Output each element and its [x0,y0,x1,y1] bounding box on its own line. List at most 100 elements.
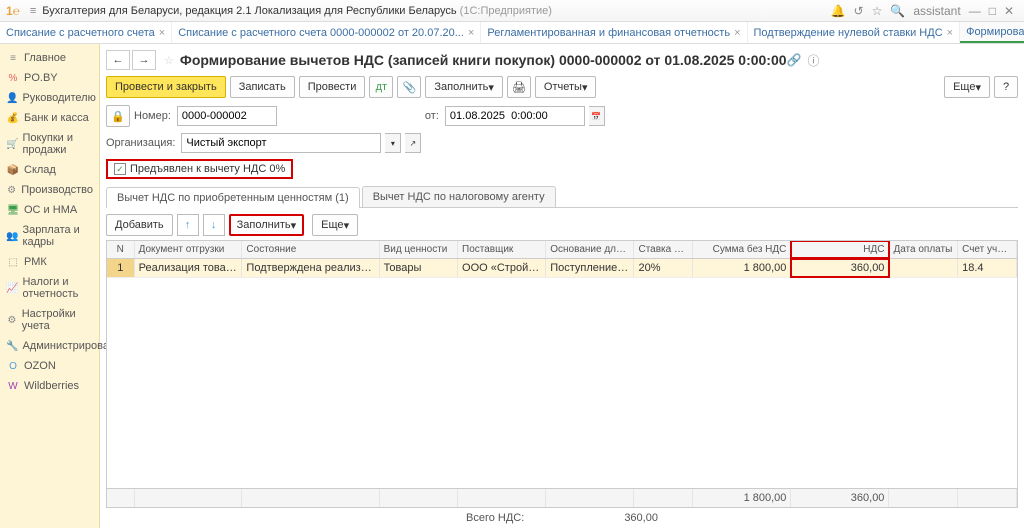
sidebar-item-1[interactable]: %PO.BY [0,68,99,88]
subtab-tax-agent[interactable]: Вычет НДС по налоговому агенту [362,186,556,207]
dropdown-icon[interactable]: ▾ [385,133,401,153]
sidebar-item-10[interactable]: 📈Налоги и отчетность [0,272,99,304]
title-bar: 1℮ ≡ Бухгалтерия для Беларуси, редакция … [0,0,1024,22]
checkbox-label: Предъявлен к вычету НДС 0% [130,163,285,175]
user-label[interactable]: assistant [913,4,960,18]
cell-type: Товары [380,259,458,277]
cell-doc: Реализация товаров и ... [135,259,243,277]
col-type[interactable]: Вид ценности [380,241,458,258]
sidebar-item-label: Настройки учета [22,308,93,332]
col-state[interactable]: Состояние [242,241,379,258]
date-input[interactable] [445,106,585,126]
close-icon[interactable]: ✕ [1004,4,1014,18]
search-icon[interactable]: 🔍 [890,4,905,18]
cell-sum: 1 800,00 [693,259,791,277]
more-button[interactable]: Еще ▾ [944,76,990,98]
sidebar-item-5[interactable]: 📦Склад [0,160,99,180]
content-area: ← → ☆ Формирование вычетов НДС (записей … [100,44,1024,528]
col-base[interactable]: Основание для вы... [546,241,634,258]
sidebar-item-label: Зарплата и кадры [22,224,93,248]
sidebar-item-label: Банк и касса [24,112,89,124]
help-icon[interactable]: ⓘ [808,52,820,69]
sidebar-icon: 👤 [6,93,18,104]
sidebar-item-2[interactable]: 👤Руководителю [0,88,99,108]
sidebar-icon: ≡ [6,53,20,64]
cell-supplier: ООО «Стройснаб» [458,259,546,277]
tab-1[interactable]: Списание с расчетного счета 0000-000002 … [172,22,481,43]
close-icon[interactable]: × [159,27,165,39]
history-icon[interactable]: ↺ [854,4,864,18]
sidebar-item-9[interactable]: ⬚РМК [0,252,99,272]
link-icon[interactable]: 🔗 [787,53,802,67]
fill-button[interactable]: Заполнить ▾ [229,214,305,236]
add-button[interactable]: Добавить [106,214,173,236]
sidebar-icon: 👥 [6,231,18,242]
reports-button[interactable]: Отчеты ▾ [535,76,597,98]
sidebar-item-11[interactable]: ⚙Настройки учета [0,304,99,336]
sidebar-item-7[interactable]: 🖥ОС и НМА [0,200,99,220]
grid-more-button[interactable]: Еще ▾ [312,214,358,236]
col-paydate[interactable]: Дата оплаты [889,241,958,258]
app-mode: (1С:Предприятие) [460,5,552,17]
col-supplier[interactable]: Поставщик [458,241,546,258]
tab-3[interactable]: Подтверждение нулевой ставки НДС× [748,22,961,43]
org-input[interactable] [181,133,381,153]
col-doc[interactable]: Документ отгрузки [135,241,243,258]
table-row[interactable]: 1 Реализация товаров и ... Подтверждена … [107,259,1017,278]
sidebar-item-12[interactable]: 🔧Администрирование [0,336,99,356]
dt-kt-icon[interactable]: дт [369,76,393,98]
sidebar-item-label: Покупки и продажи [22,132,93,156]
move-down-icon[interactable]: ↓ [203,214,225,236]
close-icon[interactable]: × [734,27,740,39]
tab-4[interactable]: Формирование вычетов НДС (записей книги … [960,22,1024,43]
checkbox-icon[interactable]: ✓ [114,163,126,175]
sidebar-item-label: Склад [24,164,56,176]
close-icon[interactable]: × [947,27,953,39]
sidebar-item-3[interactable]: 💰Банк и касса [0,108,99,128]
sidebar-item-label: Wildberries [24,380,79,392]
sidebar-item-6[interactable]: ⚙Производство [0,180,99,200]
post-button[interactable]: Провести [299,76,366,98]
col-sum[interactable]: Сумма без НДС [693,241,791,258]
post-and-close-button[interactable]: Провести и закрыть [106,76,226,98]
lock-icon[interactable]: 🔒 [106,105,130,127]
sidebar-item-13[interactable]: O OZON [0,356,99,376]
sidebar-item-4[interactable]: 🛒Покупки и продажи [0,128,99,160]
help-button[interactable]: ? [994,76,1018,98]
attach-icon[interactable]: 📎 [397,76,421,98]
cell-base: Поступление товар... [546,259,634,277]
close-icon[interactable]: × [468,27,474,39]
bell-icon[interactable]: 🔔 [831,4,846,18]
sidebar-icon: W [6,381,20,392]
forward-button[interactable]: → [132,50,156,70]
sidebar-item-0[interactable]: ≡Главное [0,48,99,68]
grid-footer: 1 800,00 360,00 [107,488,1017,507]
move-up-icon[interactable]: ↑ [177,214,199,236]
maximize-icon[interactable]: □ [989,4,996,18]
fill-menu-button[interactable]: Заполнить ▾ [425,76,503,98]
col-account[interactable]: Счет учета... [958,241,1017,258]
open-icon[interactable]: ↗ [405,133,421,153]
star-icon[interactable]: ☆ [872,4,883,18]
sidebar: ≡Главное%PO.BY👤Руководителю💰Банк и касса… [0,44,100,528]
tab-2[interactable]: Регламентированная и финансовая отчетнос… [481,22,747,43]
sidebar-icon: O [6,361,20,372]
number-input[interactable] [177,106,277,126]
col-rate[interactable]: Ставка НДС [634,241,693,258]
document-tabs: Списание с расчетного счета× Списание с … [0,22,1024,44]
burger-icon[interactable]: ≡ [30,5,36,17]
sidebar-item-14[interactable]: W Wildberries [0,376,99,396]
tab-0[interactable]: Списание с расчетного счета× [0,22,172,43]
save-button[interactable]: Записать [230,76,295,98]
calendar-icon[interactable]: 📅 [589,106,605,126]
subtab-purchased[interactable]: Вычет НДС по приобретенным ценностям (1) [106,187,360,208]
col-vat[interactable]: НДС [791,241,889,258]
sidebar-item-8[interactable]: 👥 Зарплата и кадры [0,220,99,252]
col-n[interactable]: N [107,241,135,258]
cell-n: 1 [107,259,135,277]
sidebar-item-label: OZON [24,360,56,372]
print-icon[interactable]: 🖨 [507,76,531,98]
back-button[interactable]: ← [106,50,130,70]
favorite-icon[interactable]: ☆ [164,54,174,67]
minimize-icon[interactable]: — [969,4,981,18]
